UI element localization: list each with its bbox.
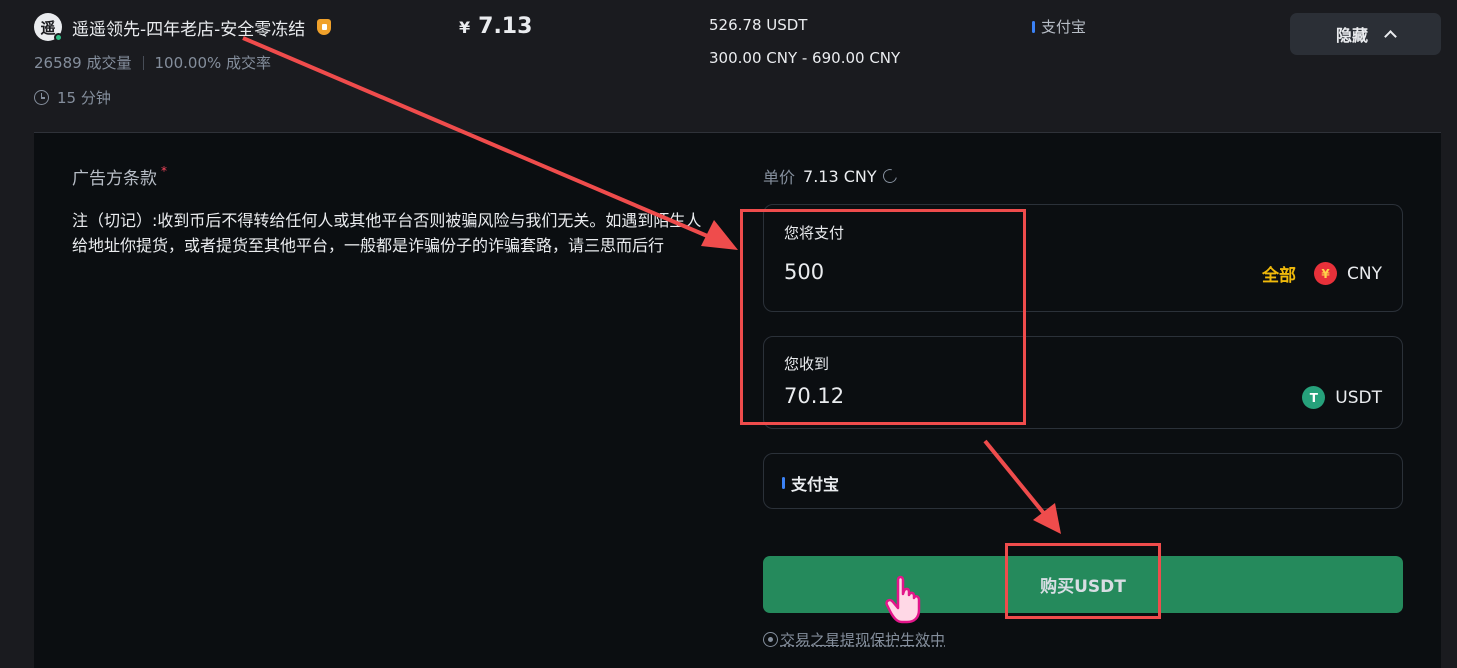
receive-currency-group: T USDT (1302, 386, 1382, 409)
alipay-indicator (782, 477, 785, 489)
annotation-box-buy (1005, 543, 1161, 619)
merchant-stats: 26589 成交量 100.00% 成交率 (34, 52, 331, 73)
p2p-offer-page: 遥 遥遥领先-四年老店-安全零冻结 26589 成交量 100.00% 成交率 … (0, 0, 1457, 668)
hide-button-label: 隐藏 (1335, 26, 1368, 45)
trade-count: 26589 成交量 (34, 54, 132, 72)
hand-cursor-icon (885, 575, 921, 624)
receive-currency: USDT (1335, 387, 1382, 408)
payment-time-limit: 15 分钟 (34, 87, 331, 108)
all-button[interactable]: 全部 (1262, 261, 1296, 286)
refresh-icon[interactable] (880, 166, 900, 186)
protection-text: 交易之星提现保护生效中 (780, 631, 946, 649)
offer-price: ¥ 7.13 (459, 14, 532, 39)
pay-currency: CNY (1347, 263, 1382, 284)
alipay-indicator (1032, 20, 1035, 33)
pay-currency-group: 全部 ¥ CNY (1262, 261, 1382, 286)
header-payment-label: 支付宝 (1041, 18, 1087, 36)
protection-icon (763, 632, 778, 647)
unit-price: 单价 7.13 CNY (763, 164, 900, 188)
payment-time-text: 15 分钟 (57, 89, 111, 107)
order-limit: 300.00 CNY - 690.00 CNY (709, 49, 901, 67)
header-payment-method: 支付宝 (1032, 16, 1086, 37)
online-status-icon (54, 33, 63, 42)
cny-coin-icon: ¥ (1314, 262, 1338, 285)
price-value: 7.13 (478, 14, 533, 39)
avatar[interactable]: 遥 (34, 13, 63, 42)
merchant-header: 遥 遥遥领先-四年老店-安全零冻结 (34, 12, 332, 42)
completion-rate: 100.00% 成交率 (154, 54, 272, 72)
stats-divider (142, 55, 144, 70)
terms-text: 注（切记）:收到币后不得转给任何人或其他平台否则被骗风险与我们无关。如遇到陌生人… (72, 211, 702, 255)
merchant-name[interactable]: 遥遥领先-四年老店-安全零冻结 (72, 15, 305, 40)
order-panel: 广告方条款 * 注（切记）:收到币后不得转给任何人或其他平台否则被骗风险与我们无关… (34, 133, 1441, 668)
chevron-up-icon (1384, 30, 1397, 43)
usdt-coin-icon: T (1302, 386, 1326, 409)
available-amount: 526.78 USDT (709, 16, 808, 34)
unit-price-label: 单价 (763, 168, 796, 187)
protection-note[interactable]: 交易之星提现保护生效中 (763, 629, 945, 650)
payment-method-selector[interactable]: 支付宝 (763, 453, 1403, 509)
hide-button[interactable]: 隐藏 (1290, 13, 1441, 55)
payment-method-option: 支付宝 (782, 471, 839, 495)
clock-icon (34, 90, 49, 105)
shield-badge-icon (317, 19, 332, 35)
required-mark: * (161, 164, 167, 178)
merchant-info: 遥 遥遥领先-四年老店-安全零冻结 26589 成交量 100.00% 成交率 … (34, 12, 332, 108)
terms-title: 广告方条款 * (72, 164, 167, 189)
currency-symbol: ¥ (459, 18, 471, 37)
avatar-char: 遥 (40, 18, 56, 37)
annotation-box-amounts (740, 209, 1026, 425)
offer-limits: 526.78 USDT 300.00 CNY - 690.00 CNY (709, 16, 900, 67)
terms-title-text: 广告方条款 (72, 169, 157, 189)
payment-method-label: 支付宝 (791, 475, 840, 494)
unit-price-value: 7.13 CNY (803, 166, 877, 186)
